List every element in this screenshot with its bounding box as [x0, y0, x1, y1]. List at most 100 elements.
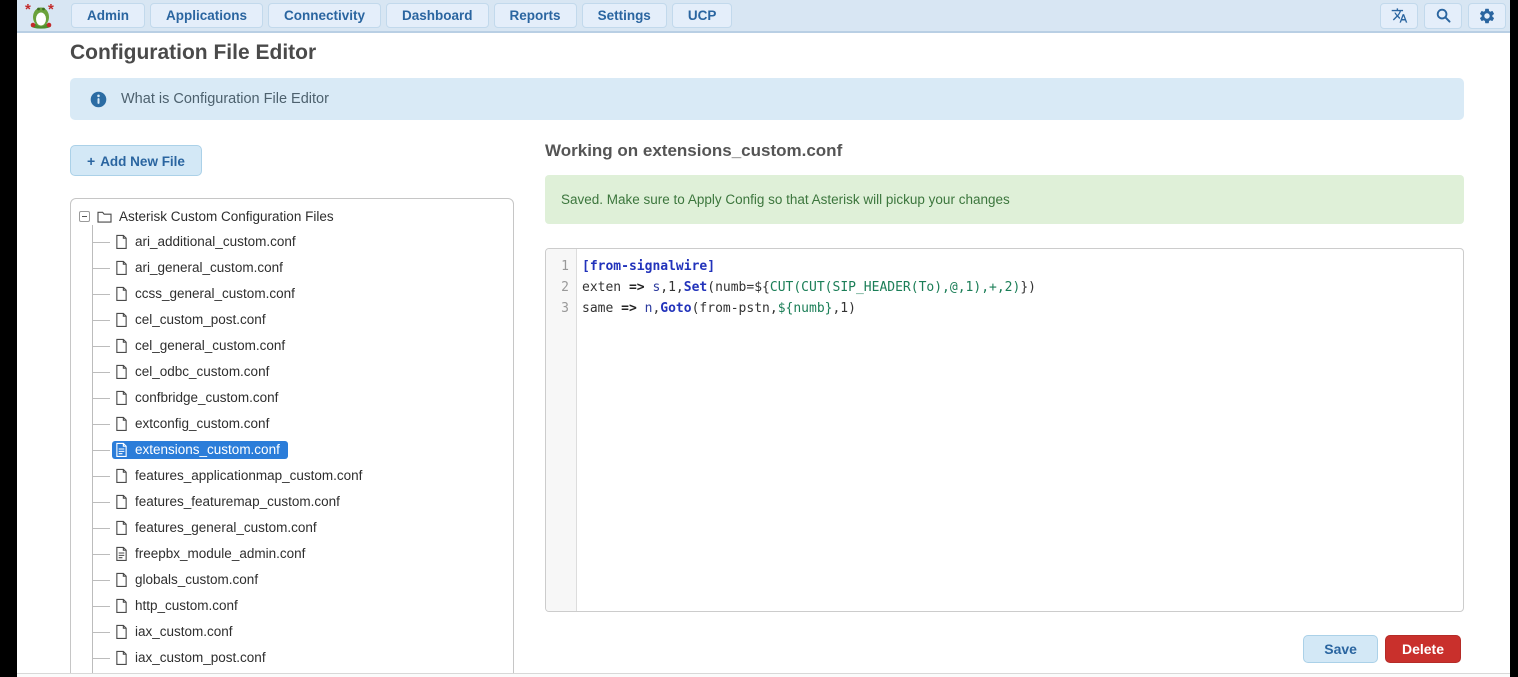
nav-item-applications[interactable]: Applications	[150, 3, 263, 28]
tree-item: cel_odbc_custom.conf	[79, 359, 505, 385]
file-icon	[115, 390, 128, 405]
tree-item-node[interactable]: cel_general_custom.conf	[112, 337, 293, 355]
file-tree: ari_additional_custom.conf ari_general_cu…	[79, 229, 505, 677]
tree-item-node[interactable]: iax_custom.conf	[112, 623, 241, 641]
tree-item-label: features_featuremap_custom.conf	[135, 494, 340, 509]
tree-item-node[interactable]: features_applicationmap_custom.conf	[112, 467, 370, 485]
file-tree-panel: Asterisk Custom Configuration Files ari_…	[70, 198, 514, 677]
search-button[interactable]	[1424, 3, 1462, 29]
code-line: same => n,Goto(from-pstn,${numb},1)	[582, 298, 1463, 319]
tree-item-node[interactable]: http_custom.conf	[112, 597, 246, 615]
language-icon	[1391, 7, 1408, 24]
nav-item-connectivity[interactable]: Connectivity	[268, 3, 381, 28]
tree-item-label: cel_odbc_custom.conf	[135, 364, 269, 379]
tree-root[interactable]: Asterisk Custom Configuration Files	[79, 203, 505, 229]
plus-icon: +	[87, 153, 95, 169]
tree-item-label: freepbx_module_admin.conf	[135, 546, 305, 561]
tree-item-node[interactable]: ccss_general_custom.conf	[112, 285, 303, 303]
add-new-file-button[interactable]: +Add New File	[70, 145, 202, 176]
tree-item: features_applicationmap_custom.conf	[79, 463, 505, 489]
tree-item: ari_additional_custom.conf	[79, 229, 505, 255]
tree-item: cel_general_custom.conf	[79, 333, 505, 359]
svg-text:*: *	[25, 2, 31, 18]
settings-button[interactable]	[1468, 3, 1506, 29]
nav-item-dashboard[interactable]: Dashboard	[386, 3, 489, 28]
tree-item-label: cel_custom_post.conf	[135, 312, 266, 327]
nav-right-icons	[1380, 3, 1506, 29]
file-icon	[115, 572, 128, 587]
tree-item-label: globals_custom.conf	[135, 572, 258, 587]
search-icon	[1435, 7, 1452, 24]
file-icon	[115, 520, 128, 535]
nav-item-reports[interactable]: Reports	[494, 3, 577, 28]
tree-item-label: features_applicationmap_custom.conf	[135, 468, 362, 483]
tree-item: iax_custom_post.conf	[79, 645, 505, 671]
footer-divider	[17, 673, 1510, 677]
line-number: 3	[546, 298, 569, 319]
tree-item-node[interactable]: features_featuremap_custom.conf	[112, 493, 348, 511]
file-icon	[115, 260, 128, 275]
file-lines-icon	[115, 546, 128, 561]
tree-item: freepbx_module_admin.conf	[79, 541, 505, 567]
folder-icon	[97, 210, 112, 223]
file-icon	[115, 416, 128, 431]
tree-item-node[interactable]: cel_odbc_custom.conf	[112, 363, 277, 381]
file-icon	[115, 624, 128, 639]
file-icon	[115, 364, 128, 379]
success-alert-text: Saved. Make sure to Apply Config so that…	[561, 192, 1010, 207]
tree-item: features_general_custom.conf	[79, 515, 505, 541]
line-number: 1	[546, 256, 569, 277]
working-on-heading: Working on extensions_custom.conf	[545, 141, 842, 161]
tree-root-label: Asterisk Custom Configuration Files	[119, 209, 334, 224]
info-alert-text: What is Configuration File Editor	[121, 91, 329, 107]
code-area[interactable]: [from-signalwire]exten => s,1,Set(numb=$…	[577, 249, 1463, 611]
file-icon	[115, 494, 128, 509]
nav-item-ucp[interactable]: UCP	[672, 3, 733, 28]
gear-icon	[1478, 7, 1496, 25]
tree-item: iax_custom.conf	[79, 619, 505, 645]
tree-item: confbridge_custom.conf	[79, 385, 505, 411]
tree-item-node[interactable]: ari_general_custom.conf	[112, 259, 291, 277]
tree-item: cel_custom_post.conf	[79, 307, 505, 333]
code-line: exten => s,1,Set(numb=${CUT(CUT(SIP_HEAD…	[582, 277, 1463, 298]
tree-item-label: ari_general_custom.conf	[135, 260, 283, 275]
save-button[interactable]: Save	[1303, 635, 1378, 663]
top-navbar: * * AdminApplicationsConnectivityDashboa…	[17, 0, 1510, 33]
tree-item-label: extconfig_custom.conf	[135, 416, 269, 431]
file-icon	[115, 650, 128, 665]
freepbx-logo[interactable]: * *	[25, 2, 57, 30]
file-lines-icon	[115, 442, 128, 457]
tree-item: extconfig_custom.conf	[79, 411, 505, 437]
tree-item-label: features_general_custom.conf	[135, 520, 317, 535]
collapse-icon[interactable]	[79, 211, 90, 222]
tree-item-node[interactable]: freepbx_module_admin.conf	[112, 545, 313, 563]
tree-item-node[interactable]: extensions_custom.conf	[112, 441, 288, 459]
tree-item-node[interactable]: ari_additional_custom.conf	[112, 233, 304, 251]
line-number: 2	[546, 277, 569, 298]
tree-item-label: extensions_custom.conf	[135, 442, 280, 457]
file-icon	[115, 338, 128, 353]
info-alert[interactable]: What is Configuration File Editor	[70, 78, 1464, 120]
tree-item: ari_general_custom.conf	[79, 255, 505, 281]
tree-item-node[interactable]: globals_custom.conf	[112, 571, 266, 589]
nav-item-settings[interactable]: Settings	[582, 3, 667, 28]
tree-item-label: iax_custom_post.conf	[135, 650, 266, 665]
tree-item-node[interactable]: cel_custom_post.conf	[112, 311, 274, 329]
tree-item-label: confbridge_custom.conf	[135, 390, 278, 405]
tree-item-label: ari_additional_custom.conf	[135, 234, 296, 249]
file-icon	[115, 468, 128, 483]
file-icon	[115, 598, 128, 613]
tree-item-node[interactable]: confbridge_custom.conf	[112, 389, 286, 407]
tree-item: features_featuremap_custom.conf	[79, 489, 505, 515]
tree-item: ccss_general_custom.conf	[79, 281, 505, 307]
language-button[interactable]	[1380, 3, 1418, 29]
file-icon	[115, 234, 128, 249]
tree-item-node[interactable]: features_general_custom.conf	[112, 519, 325, 537]
success-alert: Saved. Make sure to Apply Config so that…	[545, 175, 1464, 224]
nav-item-admin[interactable]: Admin	[71, 3, 145, 28]
delete-button[interactable]: Delete	[1385, 635, 1461, 663]
tree-item-node[interactable]: iax_custom_post.conf	[112, 649, 274, 667]
code-editor: 123 [from-signalwire]exten => s,1,Set(nu…	[545, 248, 1464, 612]
tree-item-node[interactable]: extconfig_custom.conf	[112, 415, 277, 433]
code-line: [from-signalwire]	[582, 256, 1463, 277]
